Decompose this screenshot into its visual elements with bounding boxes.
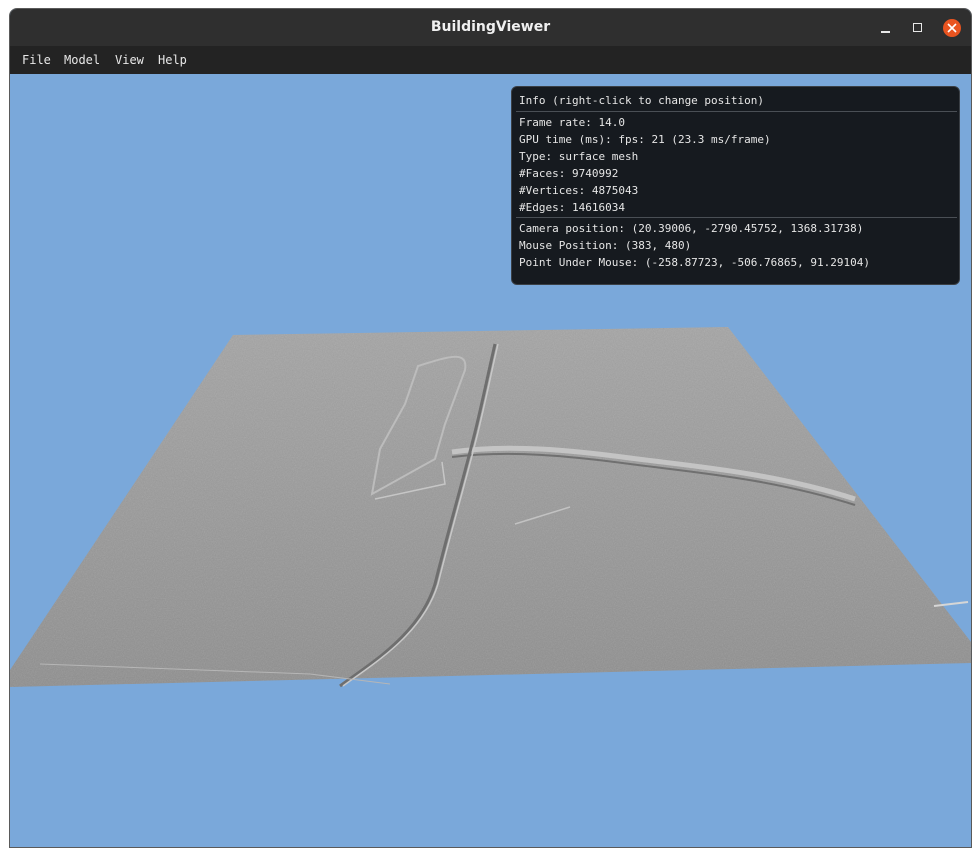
title-bar[interactable]: BuildingViewer [10, 9, 971, 46]
menu-help[interactable]: Help [158, 53, 187, 67]
app-window: BuildingViewer File Model View Help Info… [9, 8, 972, 848]
menu-bar: File Model View Help [10, 46, 971, 74]
menu-view[interactable]: View [115, 53, 144, 67]
info-panel[interactable]: Info (right-click to change position) Fr… [511, 86, 960, 285]
info-header: Info (right-click to change position) [519, 94, 765, 107]
info-divider [516, 111, 957, 112]
window-title: BuildingViewer [430, 19, 551, 35]
menu-model[interactable]: Model [64, 53, 100, 67]
minimize-button[interactable] [876, 18, 896, 38]
point-under-mouse: Point Under Mouse: (-258.87723, -506.768… [519, 256, 870, 269]
frame-rate: Frame rate: 14.0 [519, 116, 625, 129]
maximize-button[interactable] [908, 18, 928, 38]
vertices-count: #Vertices: 4875043 [519, 184, 639, 197]
close-button[interactable] [943, 19, 961, 37]
3d-viewport[interactable]: Info (right-click to change position) Fr… [10, 74, 971, 847]
camera-position: Camera position: (20.39006, -2790.45752,… [519, 222, 864, 235]
faces-count: #Faces: 9740992 [519, 167, 619, 180]
mouse-position: Mouse Position: (383, 480) [519, 239, 692, 252]
menu-file[interactable]: File [22, 53, 51, 67]
edges-count: #Edges: 14616034 [519, 201, 625, 214]
info-divider [516, 217, 957, 218]
gpu-time: GPU time (ms): fps: 21 (23.3 ms/frame) [519, 133, 771, 146]
close-icon [947, 23, 957, 33]
mesh-type: Type: surface mesh [519, 150, 639, 163]
